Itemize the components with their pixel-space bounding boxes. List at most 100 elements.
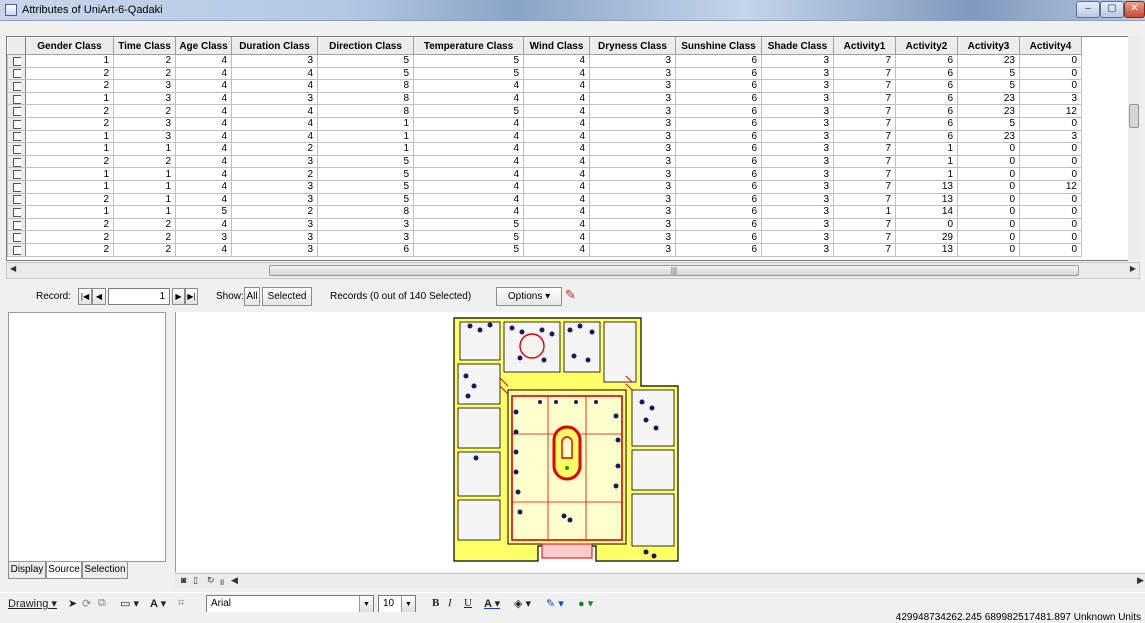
- table-cell[interactable]: 4: [231, 104, 318, 118]
- table-cell[interactable]: 23: [957, 91, 1020, 106]
- row-selector[interactable]: [7, 54, 26, 68]
- table-cell[interactable]: 2: [25, 242, 114, 257]
- table-cell[interactable]: 0: [957, 230, 1020, 244]
- table-row[interactable]: 11421443637100: [7, 142, 1082, 156]
- row-selector[interactable]: [7, 66, 26, 81]
- table-row[interactable]: 1 3 4 4 1 4 4 3 6 3 7 6 23 3: [7, 129, 1082, 144]
- table-cell[interactable]: 2: [25, 217, 114, 232]
- table-cell[interactable]: 0: [957, 205, 1020, 219]
- table-cell[interactable]: 1: [25, 205, 114, 219]
- table-cell[interactable]: 6: [895, 91, 958, 106]
- table-cell[interactable]: 0: [1019, 205, 1082, 219]
- table-cell[interactable]: 6: [675, 167, 762, 181]
- table-cell[interactable]: 2: [113, 230, 176, 244]
- table-row[interactable]: 23441443637650: [7, 116, 1082, 131]
- table-cell[interactable]: 13: [895, 192, 958, 207]
- column-header[interactable]: Dryness Class: [589, 37, 676, 55]
- table-cell[interactable]: 8: [317, 205, 414, 219]
- table-cell[interactable]: 6: [675, 217, 762, 232]
- table-cell[interactable]: 3: [231, 179, 318, 194]
- select-elements-icon[interactable]: ➤: [68, 597, 77, 610]
- table-cell[interactable]: 7: [833, 91, 896, 106]
- column-header[interactable]: Temperature Class: [413, 37, 524, 55]
- table-cell[interactable]: 5: [413, 104, 524, 118]
- table-cell[interactable]: 4: [523, 66, 590, 81]
- table-cell[interactable]: 0: [1019, 142, 1082, 156]
- table-cell[interactable]: 5: [413, 66, 524, 81]
- table-cell[interactable]: 7: [833, 79, 896, 93]
- table-cell[interactable]: 3: [113, 116, 176, 131]
- row-selector[interactable]: [7, 217, 26, 232]
- table-cell[interactable]: 5: [317, 66, 414, 81]
- title-bar[interactable]: Attributes of UniArt-6-Qadaki – ▢ ✕: [0, 0, 1145, 21]
- table-cell[interactable]: 1: [25, 179, 114, 194]
- table-cell[interactable]: 4: [413, 205, 524, 219]
- table-cell[interactable]: 4: [413, 79, 524, 93]
- table-row[interactable]: 22433543637000: [7, 217, 1082, 232]
- table-cell[interactable]: 7: [833, 154, 896, 169]
- table-vertical-scrollbar[interactable]: [1128, 36, 1140, 261]
- table-cell[interactable]: 13: [895, 242, 958, 257]
- table-cell[interactable]: 0: [1019, 217, 1082, 232]
- table-cell[interactable]: 3: [761, 66, 834, 81]
- maximize-button[interactable]: ▢: [1100, 1, 1124, 18]
- table-cell[interactable]: 7: [833, 230, 896, 244]
- table-cell[interactable]: 4: [175, 179, 232, 194]
- row-selector[interactable]: [7, 129, 26, 144]
- table-cell[interactable]: 3: [589, 179, 676, 194]
- table-cell[interactable]: 3: [231, 230, 318, 244]
- table-cell[interactable]: 5: [413, 230, 524, 244]
- table-cell[interactable]: 2: [25, 116, 114, 131]
- table-row[interactable]: 2 2 4 3 6 5 4 3 6 3 7 13 0 0: [7, 242, 1082, 257]
- attribute-table[interactable]: Gender Class Time Class Age Class Duration …: [6, 36, 1140, 261]
- table-cell[interactable]: 4: [523, 142, 590, 156]
- table-cell[interactable]: 1: [895, 167, 958, 181]
- table-cell[interactable]: 4: [413, 116, 524, 131]
- table-cell[interactable]: 3: [761, 91, 834, 106]
- table-cell[interactable]: 4: [175, 79, 232, 93]
- table-cell[interactable]: 1: [113, 142, 176, 156]
- bold-button[interactable]: B: [432, 597, 439, 609]
- table-cell[interactable]: 4: [231, 129, 318, 144]
- table-cell[interactable]: 1: [895, 154, 958, 169]
- font-color-icon[interactable]: A ▾: [484, 597, 500, 610]
- table-cell[interactable]: 3: [231, 91, 318, 106]
- table-cell[interactable]: 3: [175, 230, 232, 244]
- table-cell[interactable]: 1: [25, 142, 114, 156]
- table-cell[interactable]: 3: [231, 192, 318, 207]
- table-cell[interactable]: 23: [957, 129, 1020, 144]
- table-cell[interactable]: 4: [523, 129, 590, 144]
- table-cell[interactable]: 3: [589, 66, 676, 81]
- table-cell[interactable]: 3: [231, 217, 318, 232]
- table-cell[interactable]: 2: [25, 104, 114, 118]
- next-record-button[interactable]: ▶: [172, 288, 185, 305]
- table-cell[interactable]: 6: [675, 116, 762, 131]
- table-cell[interactable]: 8: [317, 104, 414, 118]
- table-cell[interactable]: 14: [895, 205, 958, 219]
- table-cell[interactable]: 4: [231, 66, 318, 81]
- table-cell[interactable]: 3: [589, 167, 676, 181]
- table-row[interactable]: 1 1 5 2 8 4 4 3 6 3 1 14 0 0: [7, 205, 1082, 219]
- row-selector[interactable]: [7, 91, 26, 106]
- table-cell[interactable]: 1: [25, 54, 114, 68]
- column-header[interactable]: Activity2: [895, 37, 958, 55]
- drawing-menu[interactable]: Drawing ▾: [8, 597, 57, 610]
- table-cell[interactable]: 0: [1019, 230, 1082, 244]
- table-cell[interactable]: 4: [231, 79, 318, 93]
- table-cell[interactable]: 4: [413, 154, 524, 169]
- underline-button[interactable]: U: [464, 597, 472, 609]
- table-cell[interactable]: 0: [1019, 242, 1082, 257]
- table-cell[interactable]: 7: [833, 192, 896, 207]
- table-cell[interactable]: 3: [589, 154, 676, 169]
- column-header[interactable]: Wind Class: [523, 37, 590, 55]
- table-cell[interactable]: 2: [25, 230, 114, 244]
- table-cell[interactable]: 2: [113, 104, 176, 118]
- table-cell[interactable]: 4: [523, 230, 590, 244]
- column-header[interactable]: Direction Class: [317, 37, 414, 55]
- tab-display[interactable]: Display: [8, 562, 46, 579]
- table-row[interactable]: 22445543637650: [7, 66, 1082, 81]
- table-cell[interactable]: 6: [895, 54, 958, 68]
- marker-color-icon[interactable]: ● ▾: [578, 597, 593, 610]
- row-selector[interactable]: [7, 230, 26, 244]
- row-selector-header[interactable]: [7, 37, 26, 55]
